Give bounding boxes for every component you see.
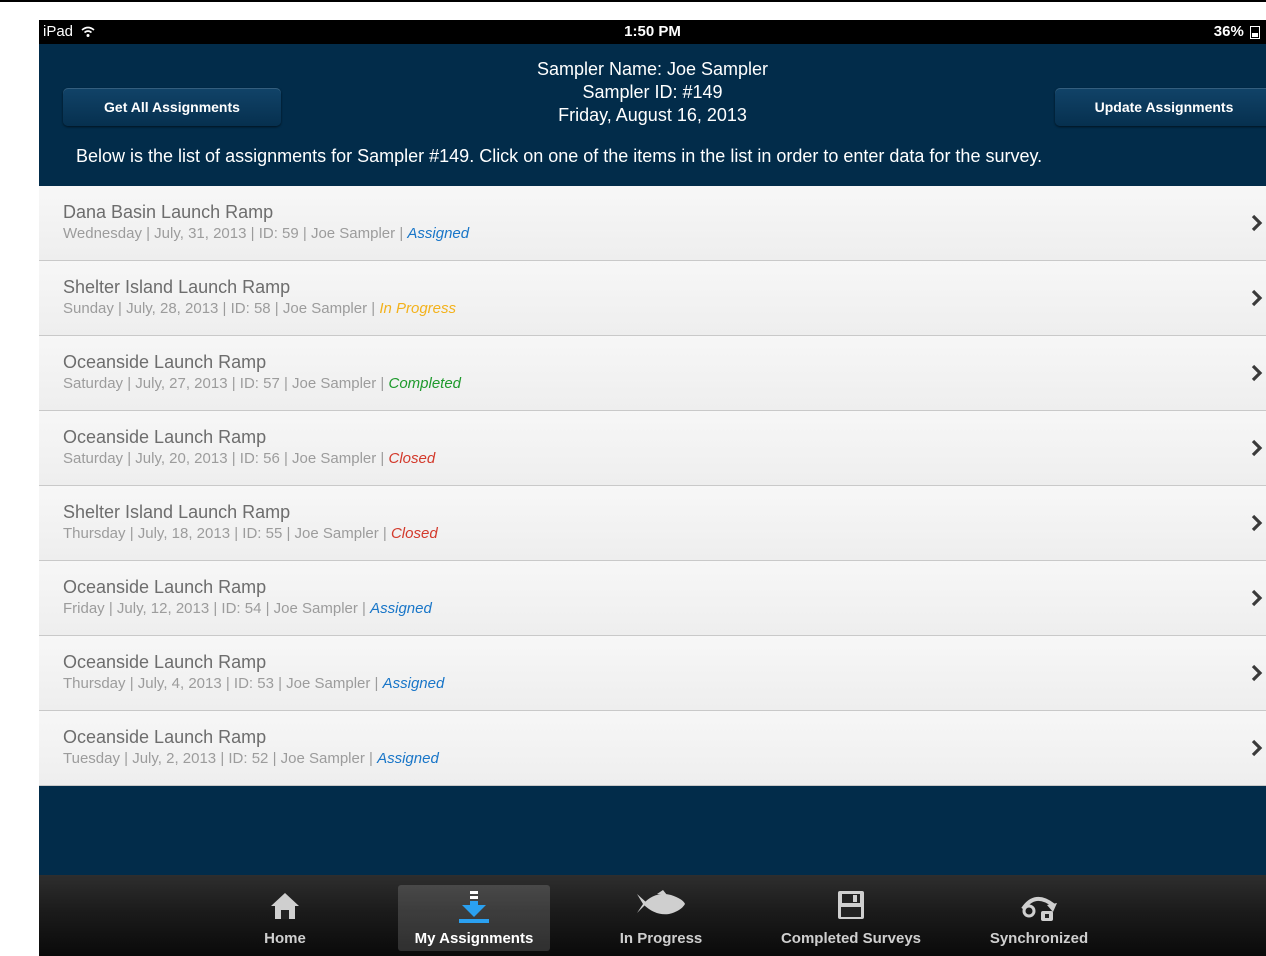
fish-icon	[637, 890, 685, 915]
top-border	[0, 0, 1266, 2]
update-assignments-button[interactable]: Update Assignments	[1055, 88, 1266, 126]
tab-in-progress[interactable]: In Progress	[601, 885, 721, 951]
header: Sampler Name: Joe Sampler Sampler ID: #1…	[39, 44, 1266, 186]
status-label: Assigned	[407, 225, 470, 242]
save-disk-icon	[838, 891, 864, 919]
assignment-row[interactable]: Oceanside Launch Ramp Thursday | July, 4…	[39, 636, 1266, 711]
chevron-right-icon	[1251, 289, 1263, 307]
tab-label: Synchronized	[989, 930, 1089, 947]
chevron-right-icon	[1251, 664, 1263, 682]
status-right: 36%	[1214, 23, 1260, 40]
tab-my-assignments[interactable]: My Assignments	[398, 885, 550, 951]
assignment-title: Oceanside Launch Ramp	[63, 652, 267, 672]
assignment-row[interactable]: Dana Basin Launch Ramp Wednesday | July,…	[39, 186, 1266, 261]
chevron-right-icon	[1251, 589, 1263, 607]
tab-label: Home	[264, 930, 306, 947]
download-icon	[459, 891, 489, 923]
status-label: Assigned	[382, 675, 445, 692]
assignment-title: Oceanside Launch Ramp	[63, 727, 267, 747]
assignment-title: Shelter Island Launch Ramp	[63, 502, 291, 522]
assignment-row[interactable]: Shelter Island Launch Ramp Thursday | Ju…	[39, 486, 1266, 561]
assignment-row[interactable]: Oceanside Launch Ramp Tuesday | July, 2,…	[39, 711, 1266, 786]
assignment-details: Thursday | July, 18, 2013 | ID: 55 | Joe…	[63, 525, 438, 542]
instructions-text: Below is the list of assignments for Sam…	[76, 146, 1043, 166]
assignment-details: Friday | July, 12, 2013 | ID: 54 | Joe S…	[63, 600, 432, 617]
chevron-right-icon	[1251, 364, 1263, 382]
status-label: Closed	[390, 525, 438, 542]
chevron-right-icon	[1251, 439, 1263, 457]
tab-home[interactable]: Home	[207, 885, 363, 951]
assignment-details: Sunday | July, 28, 2013 | ID: 58 | Joe S…	[63, 300, 457, 317]
chevron-right-icon	[1251, 739, 1263, 757]
assignment-list: Dana Basin Launch Ramp Wednesday | July,…	[39, 186, 1266, 786]
chevron-right-icon	[1251, 514, 1263, 532]
assignment-title: Oceanside Launch Ramp	[63, 577, 267, 597]
assignment-details: Saturday | July, 27, 2013 | ID: 57 | Joe…	[63, 375, 462, 392]
ipad-screen: iPad 1:50 PM 36% Sampler Name: Joe Sampl…	[39, 20, 1266, 956]
tab-label: In Progress	[619, 930, 703, 947]
assignment-title: Oceanside Launch Ramp	[63, 427, 267, 447]
chevron-right-icon	[1251, 214, 1263, 232]
battery-icon	[1250, 25, 1260, 39]
assignment-title: Dana Basin Launch Ramp	[63, 202, 274, 222]
assignment-details: Thursday | July, 4, 2013 | ID: 53 | Joe …	[63, 675, 445, 692]
status-label: Assigned	[377, 750, 439, 767]
assignment-details: Tuesday | July, 2, 2013 | ID: 52 | Joe S…	[63, 750, 439, 767]
status-label: Closed	[388, 450, 436, 467]
home-icon	[271, 893, 299, 919]
assignment-row[interactable]: Oceanside Launch Ramp Saturday | July, 2…	[39, 336, 1266, 411]
tab-completed-surveys[interactable]: Completed Surveys	[767, 885, 935, 951]
assignment-row[interactable]: Oceanside Launch Ramp Friday | July, 12,…	[39, 561, 1266, 636]
assignment-details: Wednesday | July, 31, 2013 | ID: 59 | Jo…	[63, 225, 470, 242]
tab-label: My Assignments	[414, 930, 534, 947]
status-label: Completed	[388, 375, 462, 392]
assignment-row[interactable]: Shelter Island Launch Ramp Sunday | July…	[39, 261, 1266, 336]
tab-synchronized[interactable]: Synchronized	[969, 885, 1109, 951]
status-label: In Progress	[379, 300, 457, 317]
get-all-assignments-button[interactable]: Get All Assignments	[63, 88, 281, 126]
assignment-title: Shelter Island Launch Ramp	[63, 277, 291, 297]
sync-lock-icon	[1021, 897, 1057, 921]
assignment-row[interactable]: Oceanside Launch Ramp Saturday | July, 2…	[39, 411, 1266, 486]
tab-label: Completed Surveys	[780, 930, 922, 947]
status-label: Assigned	[370, 600, 432, 617]
assignment-details: Saturday | July, 20, 2013 | ID: 56 | Joe…	[63, 450, 436, 467]
tab-bar: Home My Assignments In Progress Complete…	[39, 875, 1266, 956]
assignment-title: Oceanside Launch Ramp	[63, 352, 267, 372]
battery-percent: 36%	[1213, 23, 1244, 40]
status-time: 1:50 PM	[624, 23, 681, 40]
sampler-name: Sampler Name: Joe Sampler	[536, 59, 769, 79]
status-bar: iPad 1:50 PM 36%	[39, 20, 1266, 44]
